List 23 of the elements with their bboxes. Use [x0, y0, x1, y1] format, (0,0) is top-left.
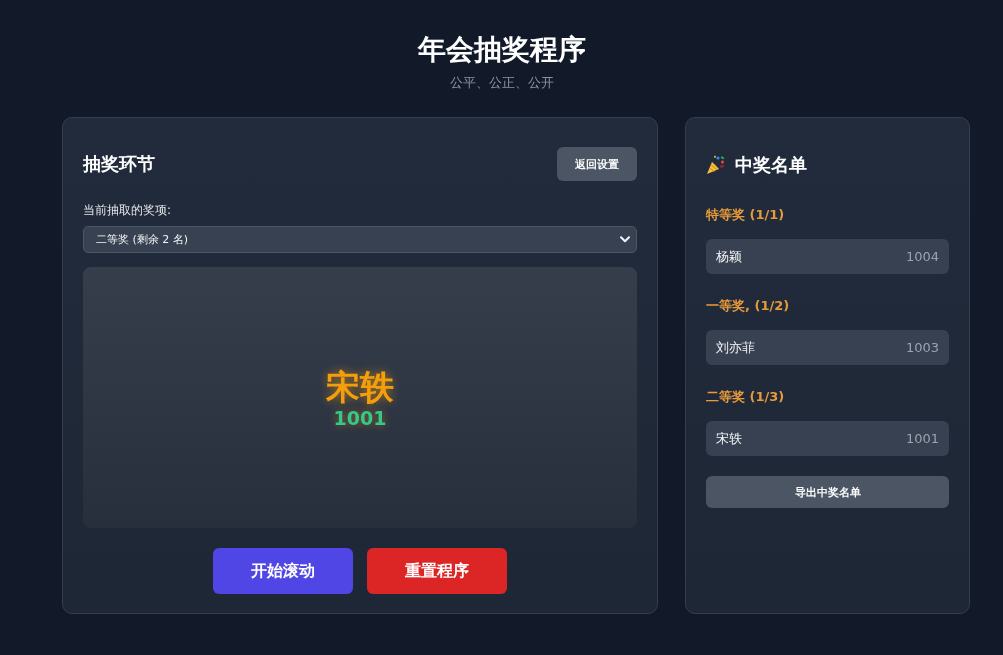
prize-group-heading: 一等奖, (1/2)	[706, 298, 790, 314]
prize-label: 当前抽取的奖项:	[83, 203, 172, 218]
page-subtitle: 公平、公正、公开	[449, 75, 554, 91]
party-popper-icon	[706, 155, 726, 175]
prize-group-heading: 特等奖 (1/1)	[706, 207, 785, 223]
panel-title: 中奖名单	[735, 153, 807, 177]
winner-number: 1001	[905, 431, 939, 446]
panel-title: 抽奖环节	[83, 152, 155, 176]
start-button[interactable]: 开始滚动	[213, 548, 353, 594]
winner-number: 1004	[905, 249, 939, 264]
back-to-settings-button[interactable]: 返回设置	[557, 147, 637, 181]
winner-name: 宋轶	[716, 429, 742, 448]
chevron-down-icon	[620, 236, 630, 243]
drawn-name: 宋轶	[326, 366, 394, 407]
drawn-number: 1001	[333, 406, 387, 429]
export-winners-button[interactable]: 导出中奖名单	[706, 476, 949, 508]
prize-select[interactable]: 二等奖 (剩余 2 名)	[83, 226, 637, 253]
winner-number: 1003	[905, 340, 939, 355]
winner-name: 刘亦菲	[716, 338, 755, 357]
reset-button[interactable]: 重置程序	[367, 548, 507, 594]
prize-group-heading: 二等奖 (1/3)	[706, 389, 785, 405]
winner-name: 杨颖	[716, 247, 742, 266]
page-title: 年会抽奖程序	[417, 32, 586, 68]
